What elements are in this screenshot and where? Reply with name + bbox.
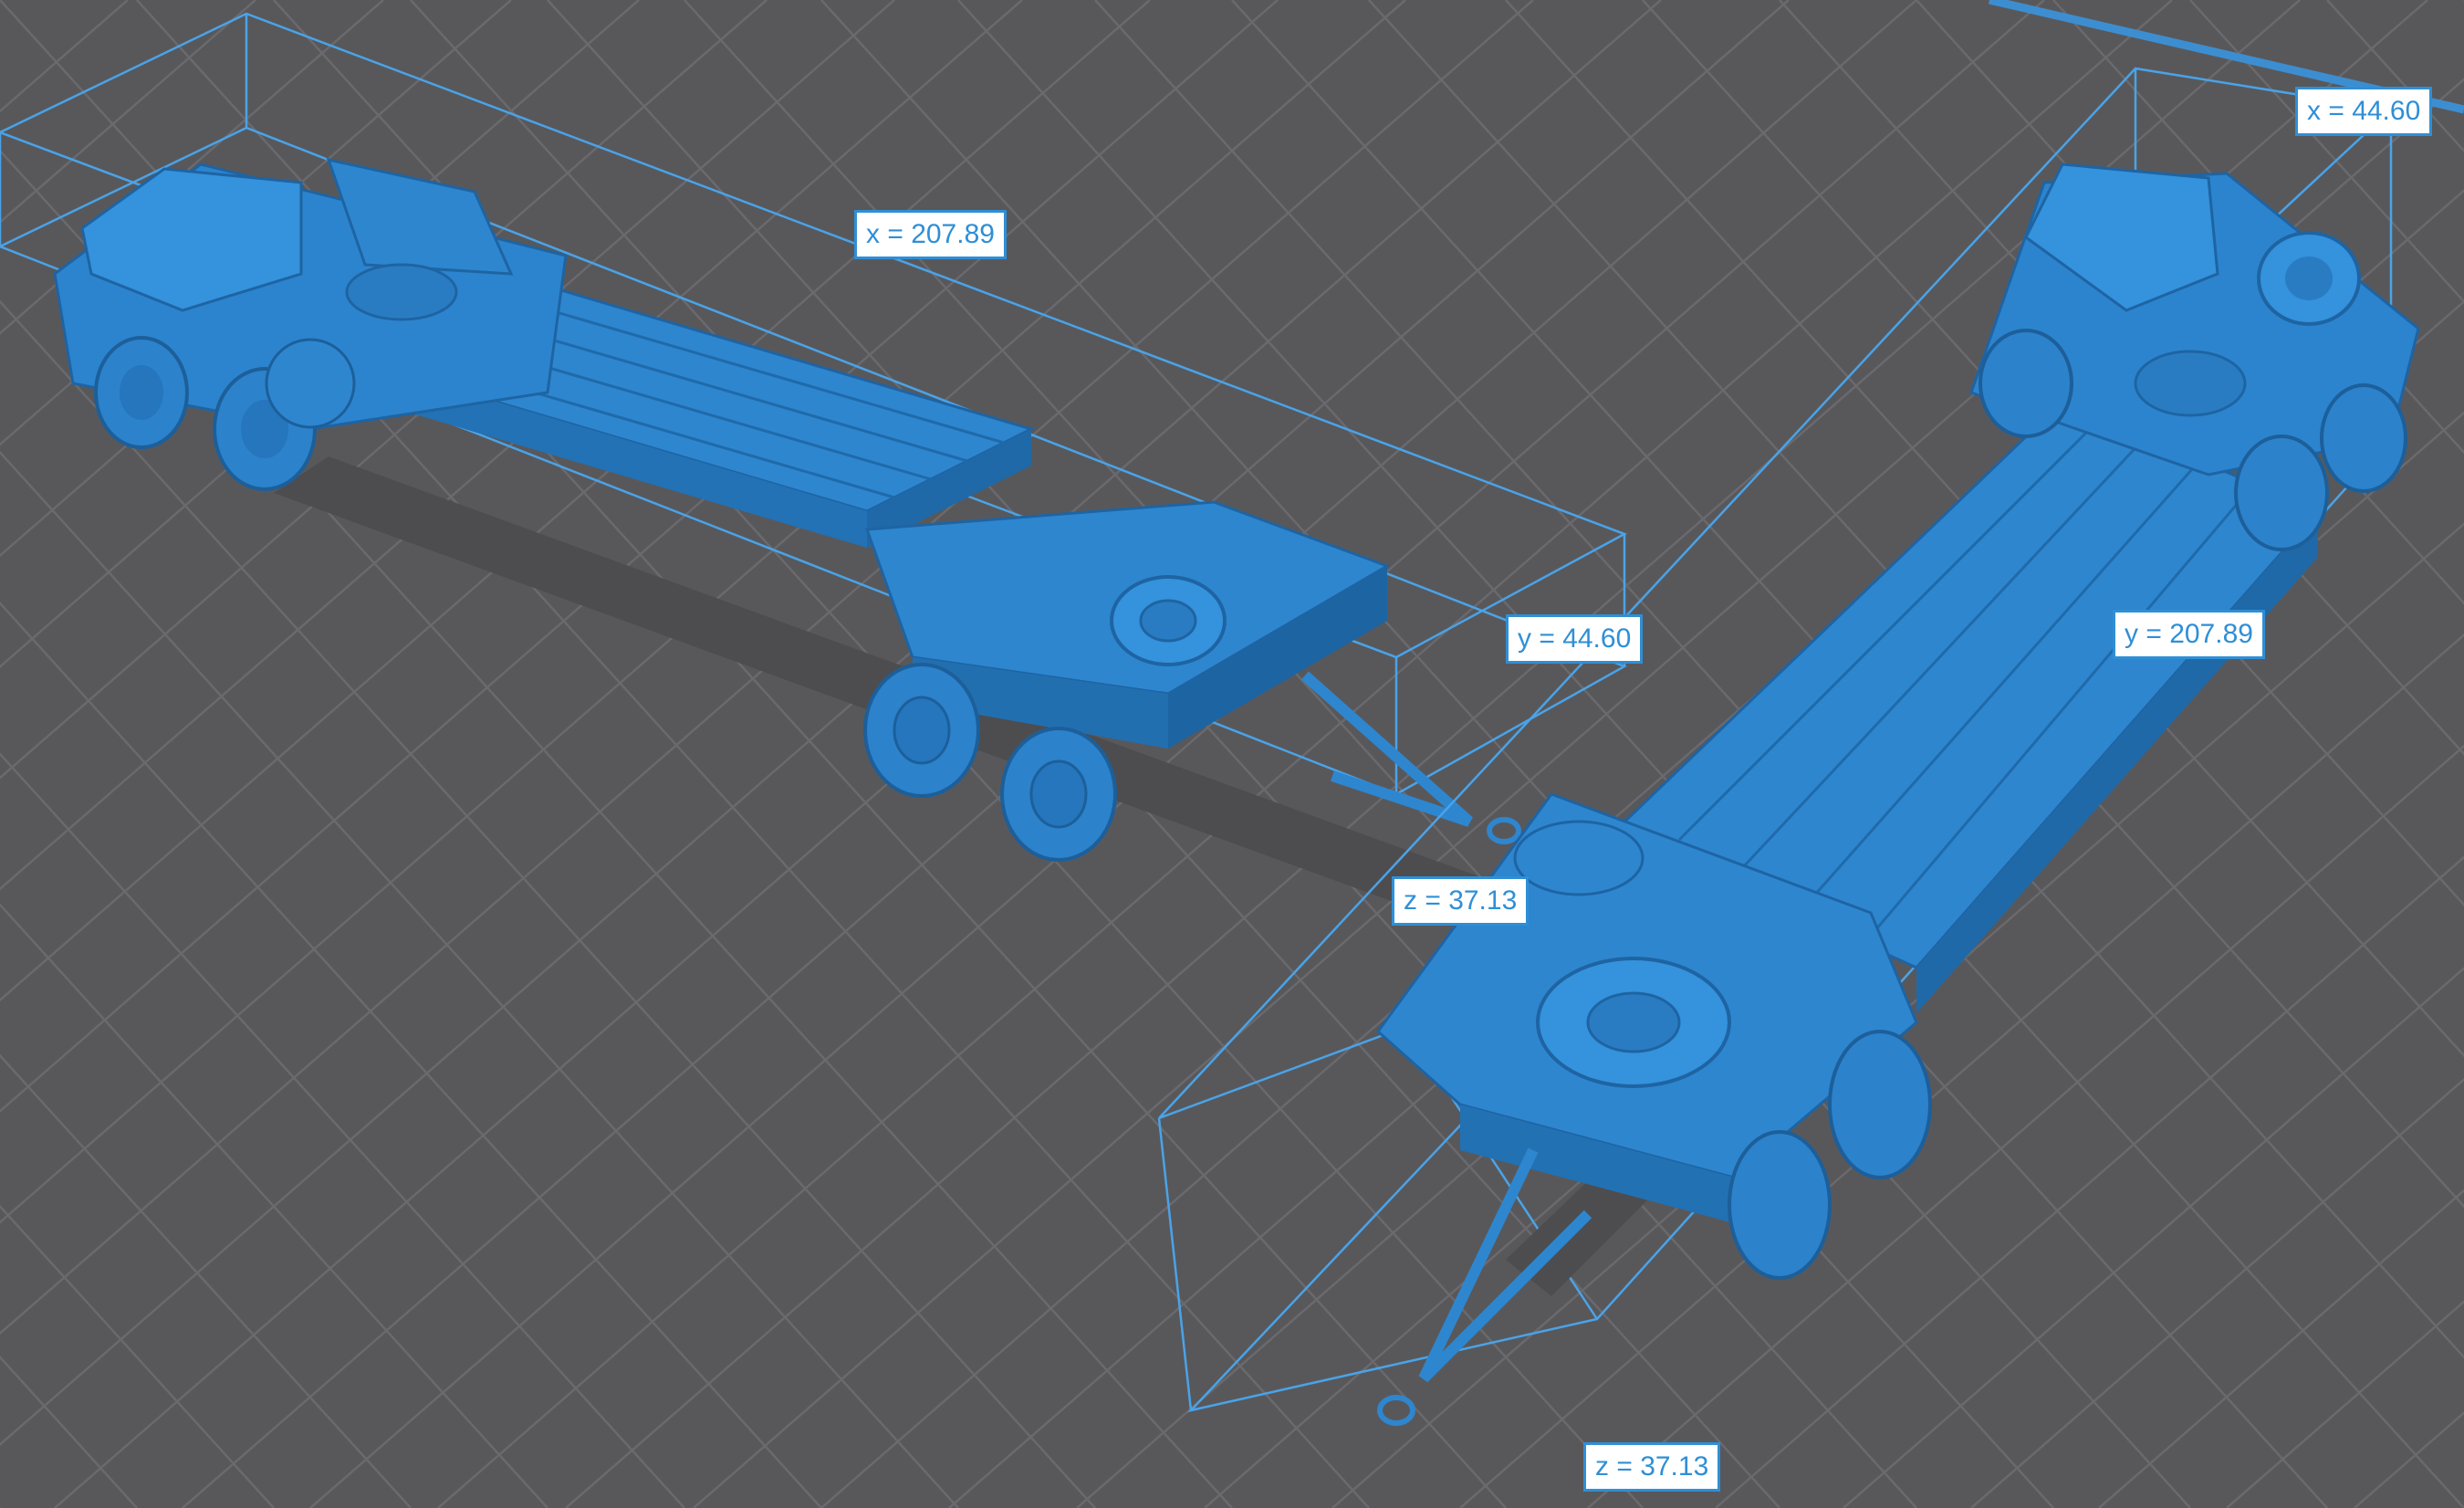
dimension-y-label-left: y = 44.60 <box>1506 614 1644 664</box>
dimension-z-label-left: z = 37.13 <box>1392 876 1530 926</box>
dimension-z-label-right: z = 37.13 <box>1583 1442 1721 1492</box>
dimension-y-label-right: y = 207.89 <box>2113 610 2265 659</box>
tractor-cab-left <box>53 157 568 491</box>
dimension-x-label-left: x = 207.89 <box>854 210 1007 259</box>
grid-line <box>2354 1411 2464 1508</box>
model-tractor-trailer-left[interactable] <box>0 12 1628 913</box>
3d-viewport[interactable]: x = 207.89 y = 44.60 z = 37.13 x = 44.60… <box>0 0 2464 1508</box>
dimension-x-label-right: x = 44.60 <box>2295 87 2433 136</box>
scene-canvas[interactable] <box>0 0 2464 1508</box>
